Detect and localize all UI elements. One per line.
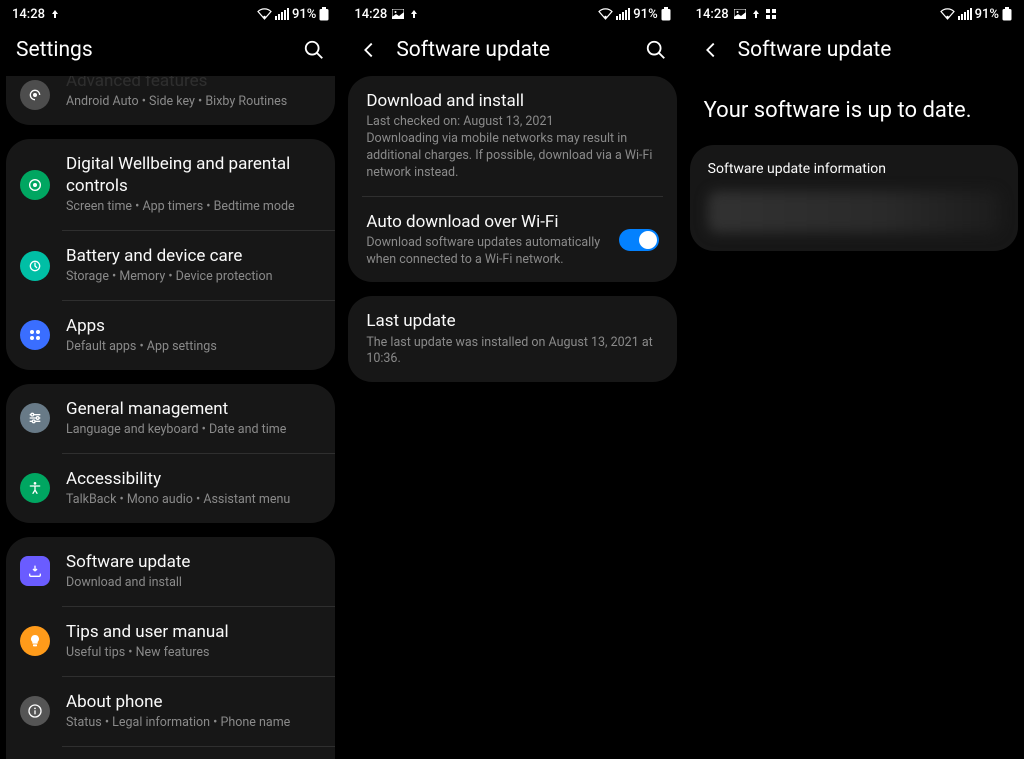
settings-list: Advanced features Android Auto • Side ke…: [0, 76, 341, 759]
item-subtitle: Android Auto • Side key • Bixby Routines: [66, 94, 321, 111]
item-title: Accessibility: [66, 468, 321, 490]
software-info-title: Software update information: [690, 145, 1018, 183]
item-title: Apps: [66, 315, 321, 337]
redacted-info: [708, 191, 1000, 233]
item-subtitle: TalkBack • Mono audio • Assistant menu: [66, 492, 321, 509]
battery-percent: 91%: [633, 7, 657, 22]
battery-care-icon: [20, 251, 50, 281]
header: Settings: [0, 28, 341, 76]
item-subtitle: Download and install: [66, 575, 321, 592]
settings-group-3: General management Language and keyboard…: [6, 384, 335, 523]
item-tips[interactable]: Tips and user manual Useful tips • New f…: [6, 607, 335, 676]
sliders-icon: [20, 403, 50, 433]
screen-software-update: 14:28 91% Software update Download and i…: [341, 0, 682, 759]
image-icon: [392, 9, 404, 19]
battery-percent: 91%: [292, 7, 316, 22]
item-subtitle: Storage • Memory • Device protection: [66, 269, 321, 286]
back-button[interactable]: [358, 39, 380, 61]
item-subtitle: Useful tips • New features: [66, 645, 321, 662]
signal-icon: [616, 8, 630, 20]
page-title: Software update: [396, 38, 628, 62]
last-title: Last update: [366, 310, 658, 332]
search-icon[interactable]: [645, 39, 667, 61]
apps-icon: [20, 320, 50, 350]
item-title: Advanced features: [66, 76, 321, 92]
screen-update-status: 14:28 91% Software update Your software …: [683, 0, 1024, 759]
screen-settings: 14:28 91% Settings: [0, 0, 341, 759]
last-subtitle: The last update was installed on August …: [366, 335, 658, 369]
item-battery-care[interactable]: Battery and device care Storage • Memory…: [6, 231, 335, 300]
gear-icon: [20, 80, 50, 110]
item-title: Digital Wellbeing and parental controls: [66, 153, 321, 197]
update-main-card: Download and install Last checked on: Au…: [348, 76, 676, 282]
grid-icon: [766, 9, 776, 19]
location-upload-icon: [50, 9, 60, 19]
about-icon: [20, 696, 50, 726]
info-content: Software update information: [684, 145, 1024, 759]
item-title: Software update: [66, 551, 321, 573]
status-time: 14:28: [696, 7, 729, 22]
status-time: 14:28: [12, 7, 45, 22]
image-icon: [734, 9, 746, 19]
item-general-management[interactable]: General management Language and keyboard…: [6, 384, 335, 453]
auto-subtitle: Download software updates automatically …: [366, 235, 602, 269]
signal-icon: [958, 8, 972, 20]
signal-icon: [275, 8, 289, 20]
wellbeing-icon: [20, 170, 50, 200]
status-bar: 14:28 91%: [684, 0, 1024, 28]
item-developer-options[interactable]: Developer options Developer options: [6, 747, 335, 759]
update-content: Download and install Last checked on: Au…: [342, 76, 682, 759]
status-time: 14:28: [354, 7, 387, 22]
item-title: Tips and user manual: [66, 621, 321, 643]
item-apps[interactable]: Apps Default apps • App settings: [6, 301, 335, 370]
item-title: About phone: [66, 691, 321, 713]
download-title: Download and install: [366, 90, 658, 112]
header: Software update: [342, 28, 682, 76]
battery-icon: [661, 7, 671, 21]
item-software-update[interactable]: Software update Download and install: [6, 537, 335, 606]
item-about-phone[interactable]: About phone Status • Legal information •…: [6, 677, 335, 746]
wifi-icon: [257, 8, 272, 20]
status-bar: 14:28 91%: [342, 0, 682, 28]
auto-download-toggle[interactable]: [619, 229, 659, 251]
item-advanced-features[interactable]: Advanced features Android Auto • Side ke…: [6, 76, 335, 125]
location-upload-icon: [751, 9, 761, 19]
up-to-date-headline: Your software is up to date.: [684, 76, 1024, 145]
wifi-icon: [940, 8, 955, 20]
settings-group-4: Software update Download and install Tip…: [6, 537, 335, 759]
item-subtitle: Language and keyboard • Date and time: [66, 422, 321, 439]
item-subtitle: Status • Legal information • Phone name: [66, 715, 321, 732]
header: Software update: [684, 28, 1024, 76]
auto-download-wifi[interactable]: Auto download over Wi-Fi Download softwa…: [348, 197, 676, 283]
status-bar: 14:28 91%: [0, 0, 341, 28]
item-title: Battery and device care: [66, 245, 321, 267]
settings-group-1: Advanced features Android Auto • Side ke…: [6, 76, 335, 125]
auto-title: Auto download over Wi-Fi: [366, 211, 602, 233]
update-icon: [20, 556, 50, 586]
battery-percent: 91%: [975, 7, 999, 22]
last-update-card: Last update The last update was installe…: [348, 296, 676, 382]
item-digital-wellbeing[interactable]: Digital Wellbeing and parental controls …: [6, 139, 335, 230]
item-subtitle: Default apps • App settings: [66, 339, 321, 356]
item-title: General management: [66, 398, 321, 420]
download-subtitle: Last checked on: August 13, 2021 Downloa…: [366, 114, 658, 182]
a11y-icon: [20, 473, 50, 503]
search-icon[interactable]: [303, 39, 325, 61]
tips-icon: [20, 626, 50, 656]
wifi-icon: [598, 8, 613, 20]
location-upload-icon: [409, 9, 419, 19]
last-update[interactable]: Last update The last update was installe…: [348, 296, 676, 382]
settings-group-2: Digital Wellbeing and parental controls …: [6, 139, 335, 370]
page-title: Settings: [16, 38, 287, 62]
item-subtitle: Screen time • App timers • Bedtime mode: [66, 199, 321, 216]
back-button[interactable]: [700, 39, 722, 61]
item-accessibility[interactable]: Accessibility TalkBack • Mono audio • As…: [6, 454, 335, 523]
info-card: Software update information: [690, 145, 1018, 251]
download-and-install[interactable]: Download and install Last checked on: Au…: [348, 76, 676, 196]
page-title: Software update: [738, 38, 1008, 62]
battery-icon: [1002, 7, 1012, 21]
battery-icon: [319, 7, 329, 21]
